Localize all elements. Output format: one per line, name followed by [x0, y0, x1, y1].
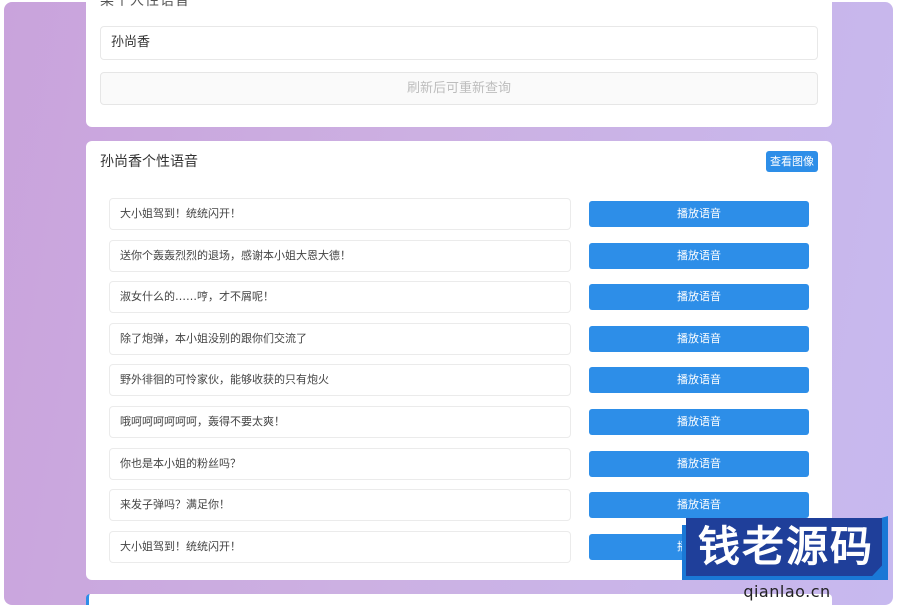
section-heading: 某个人性语音 — [100, 0, 190, 9]
voice-row: 野外徘徊的可怜家伙，能够收获的只有炮火 播放语音 — [109, 364, 809, 397]
voice-row: 除了炮弹，本小姐没别的跟你们交流了 播放语音 — [109, 322, 809, 355]
play-voice-button[interactable]: 播放语音 — [589, 409, 809, 435]
voice-row: 送你个轰轰烈烈的退场，感谢本小姐大恩大德！ 播放语音 — [109, 239, 809, 272]
voice-row: 淑女什么的……哼，才不屑呢！ 播放语音 — [109, 281, 809, 314]
voice-row: 哦呵呵呵呵呵呵，轰得不要太爽！ 播放语音 — [109, 406, 809, 438]
voice-line-text: 送你个轰轰烈烈的退场，感谢本小姐大恩大德！ — [109, 239, 571, 272]
voice-row: 大小姐驾到！统统闪开！ 播放语音 — [109, 198, 809, 230]
voice-row: 你也是本小姐的粉丝吗？ 播放语音 — [109, 447, 809, 480]
view-image-button[interactable]: 查看图像 — [766, 151, 818, 172]
voice-line-text: 除了炮弹，本小姐没别的跟你们交流了 — [109, 322, 571, 355]
play-voice-button[interactable]: 播放语音 — [589, 325, 809, 352]
play-voice-button[interactable]: 播放语音 — [589, 242, 809, 269]
watermark-text: 钱老源码 — [697, 522, 874, 571]
play-voice-button[interactable]: 播放语音 — [589, 201, 809, 227]
play-voice-button[interactable]: 播放语音 — [589, 450, 809, 477]
voice-line-text: 大小姐驾到！统统闪开！ — [109, 198, 571, 230]
voice-line-text: 大小姐驾到！统统闪开！ — [109, 530, 571, 563]
voice-line-text: 淑女什么的……哼，才不屑呢！ — [109, 281, 571, 314]
voice-line-text: 哦呵呵呵呵呵呵，轰得不要太爽！ — [109, 406, 571, 438]
watermark-logo: 钱老源码 qianlao.cn — [676, 498, 898, 605]
query-card: 某个人性语音 孙尚香 刷新后可重新查询 — [86, 0, 832, 127]
voice-card-title: 孙尚香个性语音 — [100, 154, 198, 170]
watermark-url: qianlao.cn — [743, 582, 831, 601]
refresh-button[interactable]: 刷新后可重新查询 — [100, 72, 818, 105]
play-voice-button[interactable]: 播放语音 — [589, 367, 809, 394]
play-voice-button[interactable]: 播放语音 — [589, 284, 809, 311]
voice-line-text: 来发子弹吗？满足你！ — [109, 489, 571, 522]
hero-name-input[interactable]: 孙尚香 — [100, 26, 818, 60]
voice-line-text: 野外徘徊的可怜家伙，能够收获的只有炮火 — [109, 364, 571, 397]
voice-line-text: 你也是本小姐的粉丝吗？ — [109, 447, 571, 480]
